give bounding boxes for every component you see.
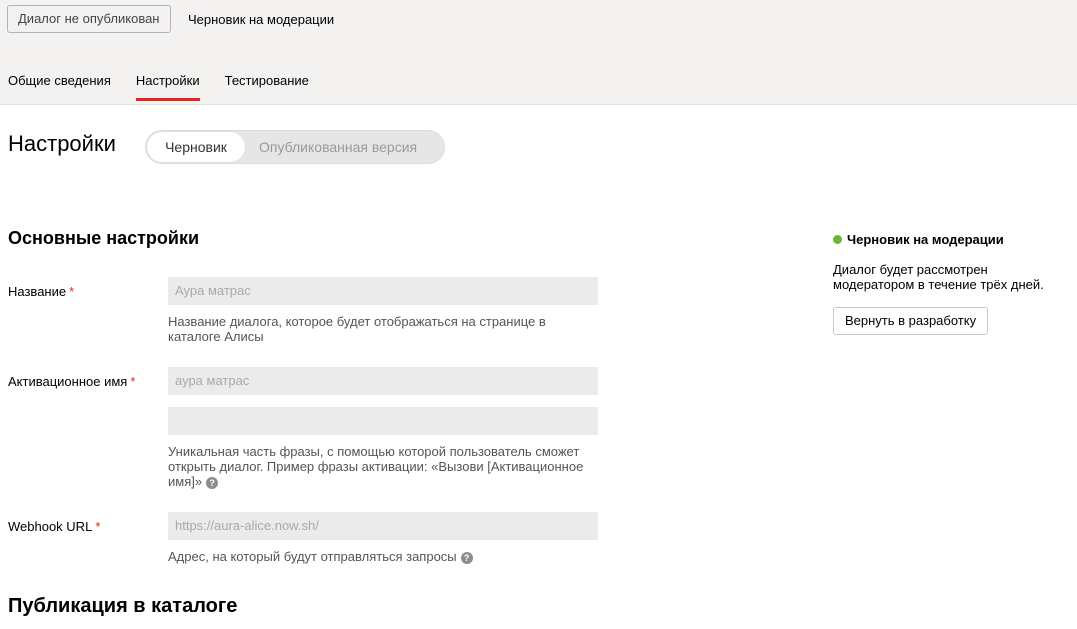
main-settings-title: Основные настройки <box>8 228 200 248</box>
activation-input[interactable]: аура матрас <box>168 367 598 395</box>
activation-hint-text: Уникальная часть фразы, с помощью которо… <box>168 444 584 489</box>
help-icon[interactable]: ? <box>460 551 473 564</box>
page-title: Настройки <box>8 131 116 156</box>
name-label: Название * <box>8 284 74 299</box>
activation-hint: Уникальная часть фразы, с помощью которо… <box>168 444 598 489</box>
required-mark: * <box>95 519 101 534</box>
draft-version-option[interactable]: Черновик <box>147 132 245 162</box>
version-switch: Черновик Опубликованная версия <box>145 130 445 164</box>
webhook-label: Webhook URL * <box>8 519 100 534</box>
tab-general[interactable]: Общие сведения <box>8 73 111 100</box>
webhook-label-text: Webhook URL <box>8 519 93 534</box>
webhook-input[interactable]: https://aura-alice.now.sh/ <box>168 512 598 540</box>
required-mark: * <box>69 284 75 299</box>
catalog-section-title: Публикация в каталоге <box>8 595 238 617</box>
status-dot-icon <box>833 235 842 244</box>
webhook-hint-text: Адрес, на который будут отправляться зап… <box>168 549 457 564</box>
tab-bar: Общие сведения Настройки Тестирование <box>8 73 334 101</box>
sidebar-status-text: Черновик на модерации <box>847 232 1004 247</box>
top-bar: Диалог не опубликован Черновик на модера… <box>0 0 1077 105</box>
activation-label: Активационное имя * <box>8 374 135 389</box>
published-version-option[interactable]: Опубликованная версия <box>259 131 417 163</box>
activation-label-text: Активационное имя <box>8 374 128 389</box>
activation-input-extra[interactable] <box>168 407 598 435</box>
webhook-hint: Адрес, на который будут отправляться зап… <box>168 549 598 564</box>
name-label-text: Название <box>8 284 67 299</box>
sidebar-description: Диалог будет рассмотрен модератором в те… <box>833 262 1044 292</box>
tab-testing[interactable]: Тестирование <box>225 73 309 100</box>
help-icon[interactable]: ? <box>206 476 219 489</box>
name-hint: Название диалога, которое будет отобража… <box>168 314 546 344</box>
publish-status-button[interactable]: Диалог не опубликован <box>7 5 171 33</box>
return-to-development-button[interactable]: Вернуть в разработку <box>833 307 989 335</box>
required-mark: * <box>130 374 136 389</box>
name-input[interactable]: Аура матрас <box>168 277 598 305</box>
moderation-status-text: Черновик на модерации <box>188 12 335 27</box>
tab-settings[interactable]: Настройки <box>135 73 200 101</box>
sidebar-status: Черновик на модерации <box>833 232 1004 247</box>
